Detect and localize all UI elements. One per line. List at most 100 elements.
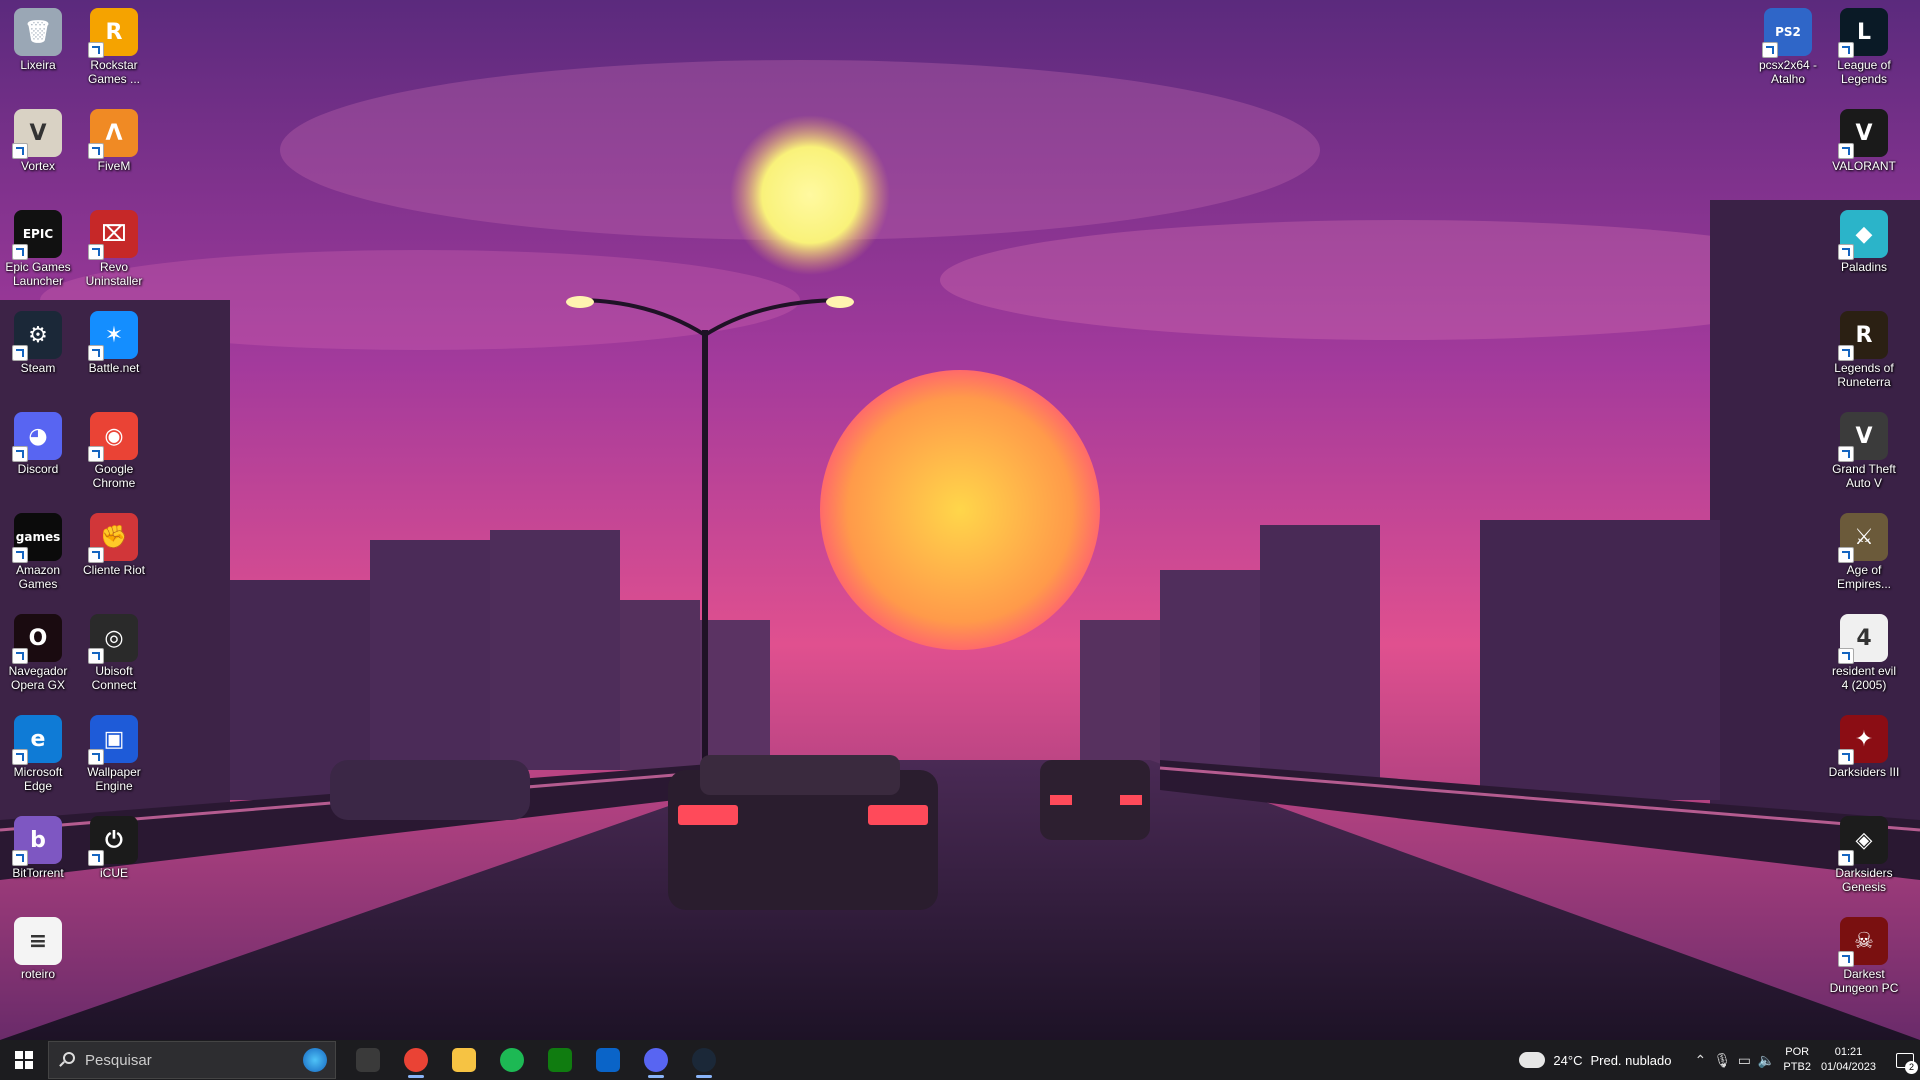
desktop-icon-bittorrent[interactable]: b BitTorrent	[0, 810, 76, 910]
desktop-icon-gta-v[interactable]: V Grand Theft Auto V	[1826, 406, 1902, 506]
desktop-icon-league-of-legends[interactable]: L League of Legends	[1826, 2, 1902, 102]
taskbar-spotify-button[interactable]	[488, 1040, 536, 1080]
desktop-icon-label: Cliente Riot	[82, 563, 146, 577]
desktop-icon-valorant[interactable]: V VALORANT	[1826, 103, 1902, 203]
desktop-icon-label: BitTorrent	[12, 866, 64, 880]
desktop-icon-darkest-dungeon[interactable]: ☠ Darkest Dungeon PC	[1826, 911, 1902, 1011]
desktop-icon-darksiders-3[interactable]: ✦ Darksiders III	[1826, 709, 1902, 809]
desktop-icon-opera-gx[interactable]: O Navegador Opera GX	[0, 608, 76, 708]
desktop-icon-text-file[interactable]: ≡ roteiro	[0, 911, 76, 1011]
desktop-icon-wallpaper-engine[interactable]: ▣ Wallpaper Engine	[76, 709, 152, 809]
desktop-icon-label: Ubisoft Connect	[91, 664, 137, 692]
desktop-icon-pcsx2[interactable]: PS2 pcsx2x64 - Atalho	[1750, 2, 1826, 102]
desktop-icon-resident-evil-4[interactable]: 4 resident evil 4 (2005)	[1826, 608, 1902, 708]
search-box[interactable]: Pesquisar	[48, 1041, 336, 1079]
language-indicator[interactable]: POR PTB2	[1783, 1045, 1811, 1075]
desktop-icon-label: Epic Games Launcher	[5, 260, 71, 288]
steam-icon: ⚙	[12, 311, 62, 361]
weather-widget[interactable]: 24°C Pred. nublado	[1515, 1046, 1672, 1068]
desktop-icon-epic-games[interactable]: EPIC Epic Games Launcher	[0, 204, 76, 304]
desktop-icon-label: Darksiders Genesis	[1835, 866, 1893, 894]
desktop-icon-ubisoft[interactable]: ◎ Ubisoft Connect	[76, 608, 152, 708]
desktop-icon-label: Legends of Runeterra	[1834, 361, 1894, 389]
language-line2: PTB2	[1783, 1061, 1811, 1073]
partly-cloudy-icon	[1515, 1046, 1546, 1068]
icue-icon: ⏻	[88, 816, 138, 866]
desktop-wallpaper	[0, 0, 1920, 1040]
revo-uninstaller-icon: ⌧	[88, 210, 138, 260]
desktop-icon-label: Navegador Opera GX	[8, 664, 68, 692]
desktop-icon-discord[interactable]: ◕ Discord	[0, 406, 76, 506]
desktop-icon-revo-uninstaller[interactable]: ⌧ Revo Uninstaller	[76, 204, 152, 304]
desktop-icon-steam[interactable]: ⚙ Steam	[0, 305, 76, 405]
discord-icon: ◕	[12, 412, 62, 462]
notification-center-button[interactable]: 2	[1890, 1040, 1920, 1080]
desktop-icon-label: Revo Uninstaller	[85, 260, 143, 288]
desktop-icon-label: Rockstar Games ...	[87, 58, 140, 86]
taskbar-apps	[344, 1040, 728, 1080]
shortcut-arrow-icon	[1762, 42, 1778, 58]
taskbar-chrome-button[interactable]	[392, 1040, 440, 1080]
taskbar-file-explorer-button[interactable]	[440, 1040, 488, 1080]
taskbar-discord-button[interactable]	[632, 1040, 680, 1080]
desktop-icon-chrome[interactable]: ◉ Google Chrome	[76, 406, 152, 506]
desktop-icon-label: Lixeira	[20, 58, 56, 72]
taskbar-steam-button[interactable]	[680, 1040, 728, 1080]
shortcut-arrow-icon	[1838, 749, 1854, 765]
desktop-icon-recycle-bin[interactable]: 🗑 Lixeira	[0, 2, 76, 102]
desktop-icon-battlenet[interactable]: ✶ Battle.net	[76, 305, 152, 405]
mail-icon	[596, 1048, 620, 1072]
shortcut-arrow-icon	[88, 345, 104, 361]
taskbar-task-view-button[interactable]	[344, 1040, 392, 1080]
desktop-icons-right: PS2 pcsx2x64 - Atalho L League of Legends V V…	[1750, 0, 1920, 1040]
desktop-icon-label: Wallpaper Engine	[87, 765, 141, 793]
shortcut-arrow-icon	[88, 850, 104, 866]
shortcut-arrow-icon	[88, 749, 104, 765]
desktop-icon-vortex[interactable]: V Vortex	[0, 103, 76, 203]
taskbar-mail-button[interactable]	[584, 1040, 632, 1080]
volume-icon[interactable]: 🔈	[1755, 1040, 1777, 1080]
desktop-icon-age-of-empires[interactable]: ⚔ Age of Empires...	[1826, 507, 1902, 607]
desktop-icon-label: Discord	[17, 462, 59, 476]
fivem-icon: Λ	[88, 109, 138, 159]
desktop-icon-riot-client[interactable]: ✊ Cliente Riot	[76, 507, 152, 607]
shortcut-arrow-icon	[88, 244, 104, 260]
bing-icon[interactable]	[303, 1048, 327, 1072]
desktop-icon-edge[interactable]: e Microsoft Edge	[0, 709, 76, 809]
desktop-icon-label: Paladins	[1840, 260, 1888, 274]
desktop-icon-label: Battle.net	[88, 361, 140, 375]
desktop-icon-label: Steam	[20, 361, 56, 375]
desktop-icon-amazon-games[interactable]: games Amazon Games	[0, 507, 76, 607]
clock[interactable]: 01:21 01/04/2023	[1821, 1045, 1876, 1075]
desktop-icon-paladins[interactable]: ◆ Paladins	[1826, 204, 1902, 304]
weather-desc: Pred. nublado	[1590, 1052, 1672, 1068]
taskbar: Pesquisar 24°C Pred. nublado ⌃ 🎙 ▭ 🔈 POR…	[0, 1040, 1920, 1080]
search-placeholder: Pesquisar	[85, 1051, 152, 1069]
desktop-icon-runeterra[interactable]: R Legends of Runeterra	[1826, 305, 1902, 405]
shortcut-arrow-icon	[12, 244, 28, 260]
desktop-icon-darksiders-genesis[interactable]: ◈ Darksiders Genesis	[1826, 810, 1902, 910]
pcsx2-icon: PS2	[1762, 8, 1812, 58]
microphone-icon[interactable]: 🎙	[1711, 1040, 1733, 1080]
shortcut-arrow-icon	[1838, 345, 1854, 361]
start-button[interactable]	[0, 1040, 48, 1080]
desktop-icon-label: Microsoft Edge	[13, 765, 63, 793]
chrome-icon	[404, 1048, 428, 1072]
weather-temp: 24°C	[1553, 1052, 1583, 1068]
taskbar-xbox-button[interactable]	[536, 1040, 584, 1080]
shortcut-arrow-icon	[12, 749, 28, 765]
shortcut-arrow-icon	[1838, 42, 1854, 58]
shortcut-arrow-icon	[1838, 951, 1854, 967]
desktop-icons-left: 🗑 Lixeira R Rockstar Games ... V Vortex Λ FiveM…	[0, 0, 230, 1040]
desktop-icon-icue[interactable]: ⏻ iCUE	[76, 810, 152, 910]
task-view-icon	[356, 1048, 380, 1072]
shortcut-arrow-icon	[1838, 143, 1854, 159]
vortex-icon: V	[12, 109, 62, 159]
desktop-icon-fivem[interactable]: Λ FiveM	[76, 103, 152, 203]
network-icon[interactable]: ▭	[1733, 1040, 1755, 1080]
search-icon	[59, 1052, 75, 1068]
desktop-icon-rockstar[interactable]: R Rockstar Games ...	[76, 2, 152, 102]
chevron-up-icon[interactable]: ⌃	[1689, 1040, 1711, 1080]
desktop-icon-label: Vortex	[20, 159, 56, 173]
desktop-icon-label: Age of Empires...	[1836, 563, 1891, 591]
